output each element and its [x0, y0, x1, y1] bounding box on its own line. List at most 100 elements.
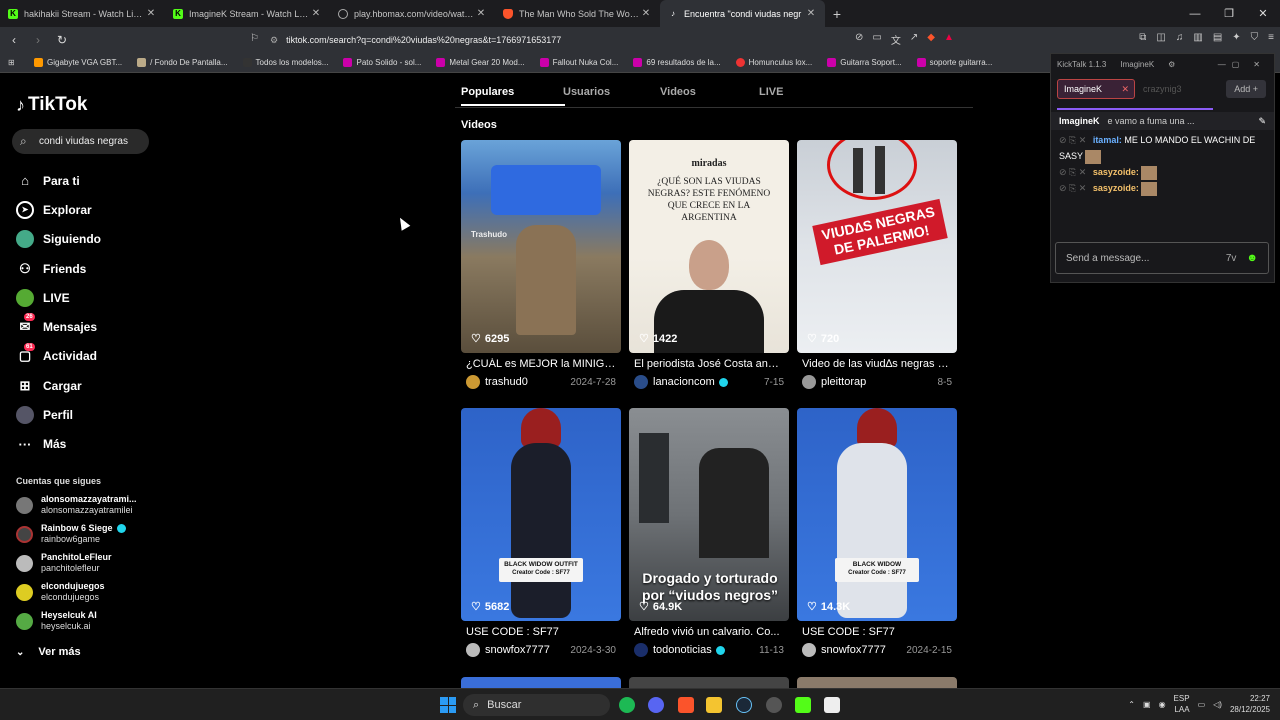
chat-username[interactable]: sasyzoide [1093, 167, 1136, 177]
tab-live[interactable]: LIVE [759, 86, 783, 106]
chat-input[interactable]: Send a message... 7v ☻ [1055, 242, 1269, 274]
translate-icon[interactable]: 文 [891, 32, 901, 47]
close-icon[interactable]: ✕ [640, 8, 652, 19]
bookmark-icon[interactable]: ⚐ [250, 33, 259, 44]
close-window-button[interactable]: ✕ [1253, 60, 1260, 69]
brave-icon[interactable] [678, 697, 694, 713]
cast-icon[interactable]: ▭ [872, 32, 881, 47]
tiktok-logo[interactable]: ♪ TikTok [16, 94, 87, 116]
windows-start-icon[interactable] [440, 697, 456, 713]
sidebar-item-mensajes[interactable]: ✉ 26 Mensajes [16, 312, 101, 341]
chat-username[interactable]: itamal [1093, 135, 1119, 145]
maximize-button[interactable]: ❐ [1212, 0, 1246, 27]
discord-icon[interactable] [648, 697, 664, 713]
tab-videos[interactable]: Videos [660, 86, 759, 106]
video-card[interactable]: VIUD∆S NEGRAS DE PALERMO! ♡ 720 Video de … [797, 140, 957, 389]
bookmark-item[interactable]: 69 resultados de la... [633, 58, 721, 67]
extensions-icon[interactable]: ⧉ [1139, 32, 1146, 43]
sidebar-item-explorar[interactable]: ➤ Explorar [16, 195, 101, 224]
chat-username[interactable]: sasyzoide [1093, 183, 1136, 193]
taskbar-search[interactable]: ⌕ Buscar [463, 694, 610, 716]
video-title[interactable]: ¿CUÁL es MEJOR la MINIGU... [461, 358, 621, 370]
app-icon[interactable] [766, 697, 782, 713]
video-thumbnail[interactable]: BLACK WIDOW Creator Code : SF77 ♡ 14.3K [797, 408, 957, 621]
browser-tab[interactable]: Khakihakii Stream - Watch Live on ✕ [0, 0, 165, 27]
video-thumbnail[interactable]: VIUD∆S NEGRAS DE PALERMO! ♡ 720 [797, 140, 957, 353]
search-input[interactable]: ⌕ condi viudas negras [12, 129, 149, 154]
video-thumbnail[interactable]: miradas ¿QUÉ SON LAS VIUDAS NEGRAS? ESTE… [629, 140, 789, 353]
channel-chip[interactable]: crazynig3 [1143, 84, 1182, 94]
video-title[interactable]: El periodista José Costa anal... [629, 358, 789, 370]
clock[interactable]: 22:27 28/12/2025 [1230, 693, 1270, 715]
video-author[interactable]: pleittorap [821, 376, 938, 388]
sidebar-icon[interactable]: ▥ [1193, 32, 1202, 43]
following-account[interactable]: PanchitoLeFleur panchitolefleur [16, 552, 112, 574]
bookmark-item[interactable]: Metal Gear 20 Mod... [436, 58, 525, 67]
bookmark-item[interactable]: Guitarra Soport... [827, 58, 902, 67]
mute-icon[interactable]: ⊘ [855, 32, 863, 47]
minimize-button[interactable]: — [1178, 0, 1212, 27]
video-title[interactable]: Video de las viud∆s negras e... [797, 358, 957, 370]
sidebar-item-cargar[interactable]: ⊞ Cargar [16, 371, 101, 400]
video-title[interactable]: USE CODE : SF77 [797, 626, 957, 638]
leo-icon[interactable]: ✦ [1232, 32, 1240, 43]
share-icon[interactable]: ↗ [910, 32, 918, 47]
close-icon[interactable]: ✕ [310, 8, 322, 19]
kicktalk-user[interactable]: ImagineK [1120, 60, 1154, 69]
mod-actions-icon[interactable]: ⊘ ⎘ ✕ [1059, 135, 1086, 145]
chevron-up-icon[interactable]: ⌃ [1128, 700, 1135, 709]
mod-actions-icon[interactable]: ⊘ ⎘ ✕ [1059, 183, 1086, 193]
sidebar-item-siguiendo[interactable]: Siguiendo [16, 225, 101, 254]
sidebar-item-para-ti[interactable]: ⌂ Para ti [16, 166, 101, 195]
video-card[interactable]: BLACK WIDOW OUTFIT Creator Code : SF77 ♡… [461, 408, 621, 657]
video-title[interactable]: USE CODE : SF77 [461, 626, 621, 638]
sidebar-item-actividad[interactable]: ▢ 61 Actividad [16, 342, 101, 371]
minimize-button[interactable]: — [1218, 60, 1226, 69]
browser-tab[interactable]: play.hbomax.com/video/watch/ae3✕ [330, 0, 495, 27]
bookmark-item[interactable]: Gigabyte VGA GBT... [34, 58, 122, 67]
video-card[interactable]: Drogado y torturado por “viudos negros” … [629, 408, 789, 657]
language-indicator[interactable]: ESP LAA [1174, 693, 1190, 715]
forward-icon[interactable]: › [28, 33, 48, 47]
channel-chip-active[interactable]: ImagineK ✕ [1057, 79, 1135, 99]
video-author[interactable]: todonoticias [653, 644, 712, 656]
video-author[interactable]: lanacioncom [653, 376, 715, 388]
sidebar-item-perfil[interactable]: Perfil [16, 400, 101, 429]
site-info-icon[interactable]: ⚙ [270, 35, 278, 46]
video-thumbnail-partial[interactable] [461, 677, 621, 688]
mod-actions-icon[interactable]: ⊘ ⎘ ✕ [1059, 167, 1086, 177]
video-thumbnail-partial[interactable] [629, 677, 789, 688]
bookmark-item[interactable]: Todos los modelos... [242, 58, 328, 67]
add-channel-button[interactable]: Add + [1226, 80, 1266, 98]
tab-usuarios[interactable]: Usuarios [563, 86, 659, 106]
video-thumbnail[interactable]: Drogado y torturado por “viudos negros” … [629, 408, 789, 621]
7tv-emote-icon[interactable]: 7v [1226, 253, 1237, 264]
video-card[interactable]: BLACK WIDOW Creator Code : SF77 ♡ 14.3K U… [797, 408, 957, 657]
bookmark-item[interactable]: Pato Solido - sol... [343, 58, 421, 67]
file-explorer-icon[interactable] [706, 697, 722, 713]
close-window-button[interactable]: ✕ [1246, 0, 1280, 27]
sidebar-item-live[interactable]: LIVE [16, 283, 101, 312]
close-icon[interactable]: ✕ [475, 8, 487, 19]
video-thumbnail[interactable]: Trashudo ♡ 6295 [461, 140, 621, 353]
following-account[interactable]: Heyselcuk AI heyselcuk.ai [16, 610, 97, 632]
maximize-button[interactable]: ▢ [1232, 60, 1240, 69]
video-card[interactable]: Trashudo ♡ 6295 ¿CUÁL es MEJOR la MINIGU.… [461, 140, 621, 389]
reload-icon[interactable]: ↻ [52, 33, 72, 47]
new-tab-button[interactable]: + [825, 6, 849, 22]
sidebar-item-mas[interactable]: ··· Más [16, 430, 101, 459]
pin-icon[interactable]: ✎ [1258, 113, 1266, 129]
close-icon[interactable]: ✕ [145, 8, 157, 19]
following-account[interactable]: elcondujuegos elcondujuegos [16, 581, 105, 603]
following-account[interactable]: alonsomazzayatrami... alonsomazzayatramil… [16, 494, 137, 516]
gear-icon[interactable]: ⚙ [1168, 60, 1175, 69]
tray-app-icon[interactable]: ◉ [1159, 700, 1166, 709]
video-author[interactable]: trashud0 [485, 376, 570, 388]
brave-rewards-icon[interactable]: ▲ [944, 32, 954, 47]
video-title[interactable]: Alfredo vivió un calvario. Co... [629, 626, 789, 638]
brave-shield-icon[interactable]: ◆ [927, 32, 935, 47]
see-more-button[interactable]: ⌄ Ver más [16, 646, 81, 658]
tray-app-icon[interactable]: ▣ [1143, 700, 1151, 709]
network-icon[interactable]: ▭ [1198, 700, 1206, 709]
vpn-icon[interactable]: ⛉ [1251, 32, 1259, 43]
